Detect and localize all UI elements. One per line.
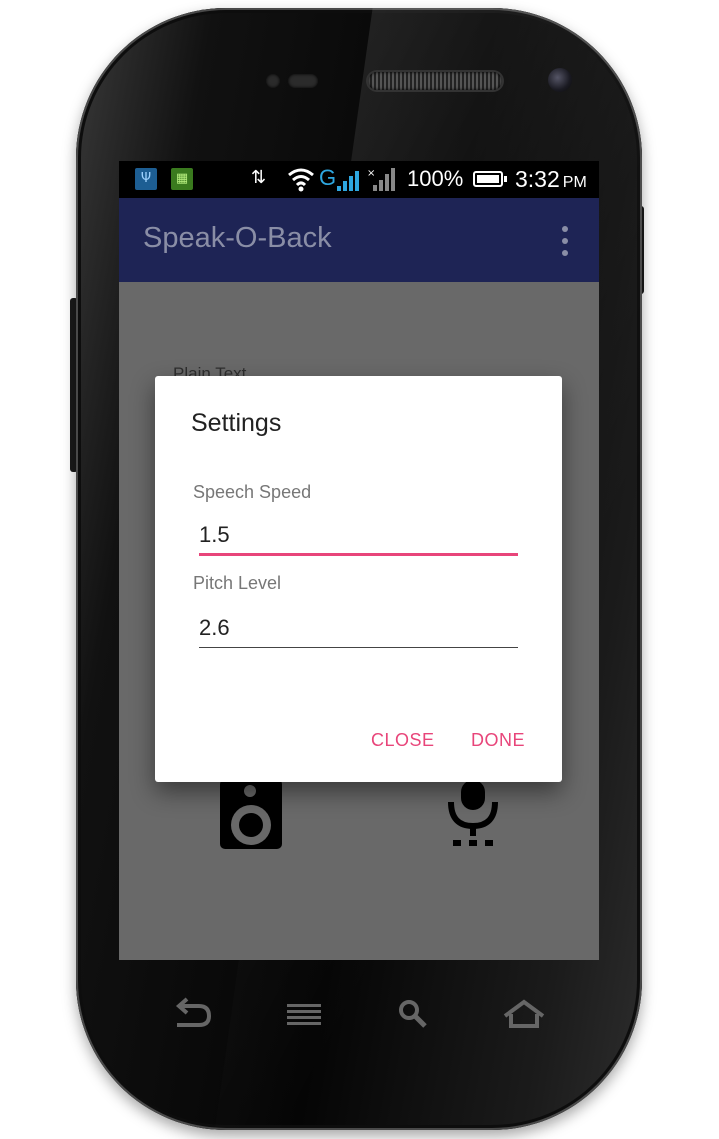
microphone-icon[interactable]: [445, 778, 501, 848]
clock-ampm: PM: [562, 174, 587, 191]
clock: 3:32 PM: [515, 166, 587, 193]
navigation-bar: [119, 960, 599, 1070]
status-bar: Ψ ▦ ⇅ G × 100% 3:32 PM: [119, 161, 599, 198]
battery-percent: 100%: [407, 166, 464, 191]
proximity-sensor: [266, 74, 280, 88]
data-arrows-icon: ⇅: [251, 167, 267, 188]
signal-icon: [337, 171, 359, 191]
back-icon[interactable]: [167, 992, 217, 1036]
light-sensor: [288, 74, 318, 88]
clock-time: 3:32: [515, 166, 560, 192]
app-bar: Speak-O-Back: [119, 198, 599, 282]
recent-apps-icon[interactable]: [279, 992, 329, 1036]
usb-icon: Ψ: [135, 168, 157, 190]
done-button[interactable]: DONE: [465, 726, 531, 755]
battery-icon: [473, 171, 507, 187]
home-icon[interactable]: [499, 992, 549, 1036]
dialog-title: Settings: [191, 409, 282, 437]
speech-speed-input[interactable]: [199, 520, 518, 556]
signal-icon-secondary: ×: [367, 168, 395, 191]
wifi-icon: [288, 168, 314, 192]
close-button[interactable]: CLOSE: [365, 726, 441, 755]
svg-text:×: ×: [367, 168, 375, 179]
speech-speed-label: Speech Speed: [193, 482, 312, 502]
speaker-icon[interactable]: [220, 779, 282, 849]
pitch-level-input[interactable]: [199, 612, 518, 648]
earpiece-speaker: [368, 72, 502, 90]
overflow-menu-icon[interactable]: [557, 224, 573, 258]
android-icon: ▦: [171, 168, 193, 190]
network-type-label: G: [319, 165, 337, 190]
front-camera: [548, 68, 572, 92]
search-icon[interactable]: [389, 992, 439, 1036]
settings-dialog: Settings Speech Speed Pitch Level CLOSE …: [155, 376, 562, 782]
app-title: Speak-O-Back: [143, 222, 332, 254]
pitch-level-label: Pitch Level: [193, 573, 282, 593]
